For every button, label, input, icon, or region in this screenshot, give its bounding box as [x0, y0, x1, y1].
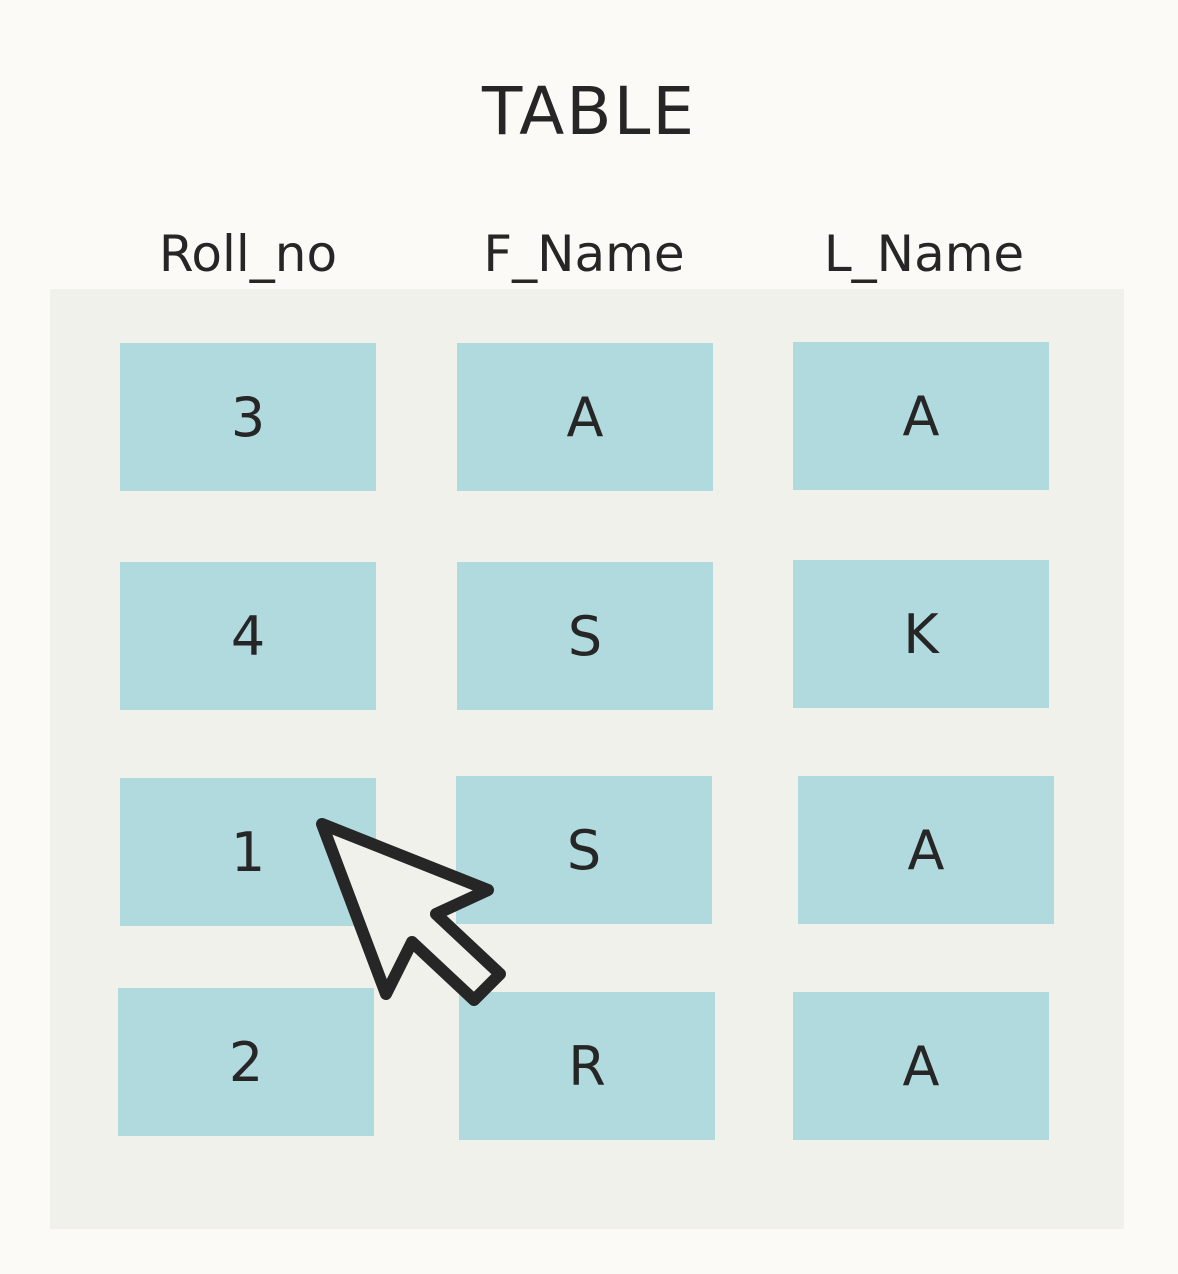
table-cell-f-name-row-1[interactable]: A — [457, 343, 713, 491]
arrow-pointer-icon — [316, 818, 506, 1006]
table-cell-roll-no-row-2[interactable]: 4 — [120, 562, 376, 710]
table-cell-l-name-row-1[interactable]: A — [793, 342, 1049, 490]
column-header-f-name: F_Name — [483, 225, 685, 283]
column-header-l-name: L_Name — [823, 225, 1025, 283]
table-cell-l-name-row-3[interactable]: A — [798, 776, 1054, 924]
table-cell-l-name-row-4[interactable]: A — [793, 992, 1049, 1140]
table-cell-l-name-row-2[interactable]: K — [793, 560, 1049, 708]
column-header-roll-no: Roll_no — [158, 225, 338, 283]
table-title: TABLE — [481, 73, 697, 150]
table-cell-f-name-row-2[interactable]: S — [457, 562, 713, 710]
table-cell-f-name-row-4[interactable]: R — [459, 992, 715, 1140]
table-cell-roll-no-row-1[interactable]: 3 — [120, 343, 376, 491]
